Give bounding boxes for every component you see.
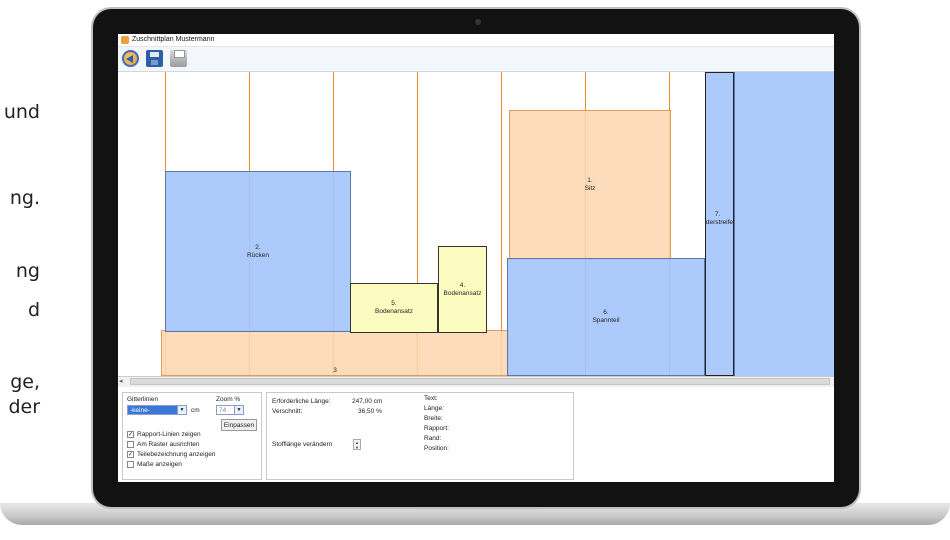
cut-piece[interactable]: 4. Bodenansatz (438, 246, 487, 333)
window-title: Zuschnittplan Mustermann (132, 36, 215, 43)
zoom-label: Zoom % (216, 396, 241, 403)
piece-number: 3 (333, 367, 337, 374)
piece-name: Bodenansatz (375, 308, 413, 315)
checkbox-label: Am Raster ausrichten (137, 441, 200, 448)
piece-name: ederstreife (705, 219, 733, 226)
app-icon (121, 36, 129, 44)
zoom-value: 74 (219, 407, 227, 414)
title-bar: Zuschnittplan Mustermann (118, 34, 834, 47)
waste-label: Verschnitt: (272, 408, 303, 415)
checkbox-label: Teilebezeichnung anzeigen (137, 451, 216, 458)
gitterlinien-value: -keine- (130, 407, 150, 414)
cut-piece-partial[interactable] (734, 72, 834, 376)
unit-label: cm (191, 407, 200, 414)
show-part-labels-checkbox[interactable]: ✓ (127, 451, 134, 458)
grid-settings-panel: Gitterlinien Zoom % -keine- ▼ cm 74 ▼ Ei… (122, 392, 262, 480)
cutting-plan-canvas[interactable]: 3 2. Rücken 1. Sitz 5. Bodenansatz 4. Bodena… (118, 72, 834, 377)
toolbar (118, 47, 834, 72)
cut-piece[interactable]: 3 (161, 330, 509, 376)
show-dimensions-checkbox[interactable] (127, 461, 134, 468)
save-icon[interactable] (146, 50, 163, 67)
zoom-select[interactable]: 74 ▼ (216, 405, 244, 415)
piece-name: Bodenansatz (443, 289, 482, 297)
snap-to-grid-checkbox[interactable] (127, 441, 134, 448)
camera-icon (475, 19, 481, 25)
gitterlinien-label: Gitterlinien (127, 396, 159, 403)
detail-label: Position: (424, 445, 449, 452)
side-text-line: der (8, 396, 40, 418)
detail-label: Rapport: (424, 425, 449, 432)
side-text-line: und (3, 101, 40, 123)
detail-label: Text: (424, 395, 438, 402)
required-length-label: Erforderliche Länge: (272, 398, 331, 405)
horizontal-scrollbar[interactable]: ◂ (118, 376, 834, 387)
chevron-down-icon[interactable]: ▼ (177, 406, 186, 414)
cut-piece[interactable]: 6. Spannteil (507, 258, 705, 376)
change-fabric-length-label: Stofflänge verändern (272, 441, 333, 448)
cut-piece[interactable]: 2. Rücken (165, 171, 351, 332)
piece-number: 6. (603, 309, 609, 316)
detail-label: Länge: (424, 405, 444, 412)
scroll-left-icon[interactable]: ◂ (119, 377, 123, 385)
piece-name: Rücken (246, 251, 270, 259)
side-text-line: ge, (10, 371, 40, 393)
checkbox-label: Rapport-Linien zeigen (137, 431, 201, 438)
piece-number: 5. (391, 300, 397, 307)
piece-number: 2. (255, 243, 261, 251)
rapport-lines-checkbox[interactable]: ✓ (127, 431, 134, 438)
detail-label: Breite: (424, 415, 443, 422)
piece-number: 1. (587, 177, 593, 184)
piece-name: Sitz (584, 185, 596, 192)
checkbox-label: Maße anzeigen (137, 461, 182, 468)
scrollbar-thumb[interactable] (130, 378, 830, 385)
side-text-line: ng (15, 260, 40, 282)
cut-piece[interactable]: 7. ederstreife (705, 72, 734, 376)
print-icon[interactable] (170, 50, 187, 67)
required-length-value: 247,00 cm (352, 398, 383, 405)
piece-number: 4. (459, 281, 466, 289)
side-text-line: d (27, 299, 40, 321)
cut-piece[interactable]: 1. Sitz (509, 110, 671, 260)
chevron-down-icon[interactable]: ▼ (234, 406, 243, 414)
fit-button[interactable]: Einpassen (221, 419, 257, 431)
side-text-line: ng. (9, 187, 40, 209)
gitterlinien-select[interactable]: -keine- ▼ (127, 405, 187, 415)
back-icon[interactable] (122, 50, 139, 67)
detail-label: Rand: (424, 435, 442, 442)
waste-value: 36,50 % (358, 408, 382, 415)
info-panel: Erforderliche Länge: 247,00 cm Verschnit… (266, 392, 574, 480)
piece-number: 7. (714, 211, 721, 218)
fabric-length-spinner[interactable]: ▲ ▼ (353, 439, 361, 450)
app-window: Zuschnittplan Mustermann 3 2. Rücken 1. Si… (118, 34, 834, 482)
piece-name: Spannteil (592, 317, 620, 324)
cut-piece[interactable]: 5. Bodenansatz (350, 283, 438, 333)
